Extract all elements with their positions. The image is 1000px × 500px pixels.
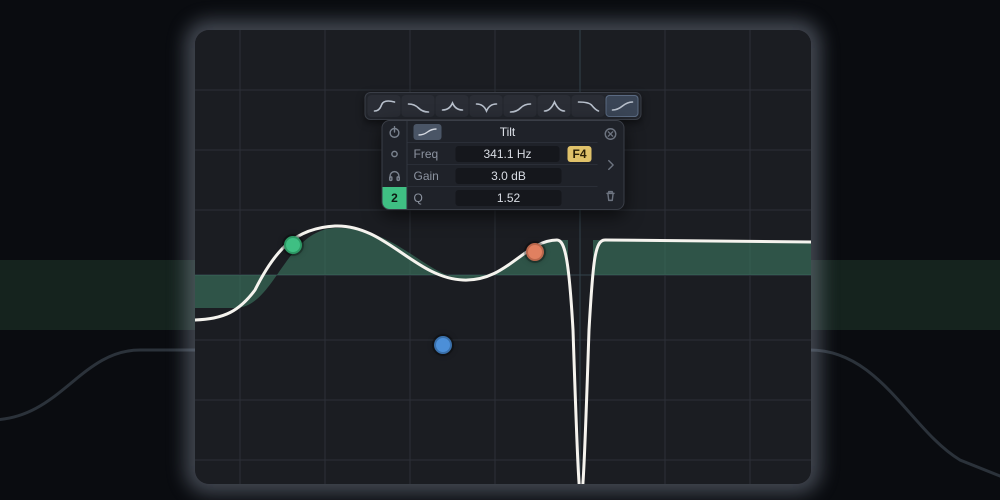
band-link-button[interactable] bbox=[383, 143, 407, 165]
chevron-right-icon bbox=[604, 158, 618, 172]
filter-type-high-shelf[interactable] bbox=[504, 95, 537, 117]
filter-type-band-pass[interactable] bbox=[538, 95, 571, 117]
power-icon bbox=[388, 125, 402, 139]
filter-type-tilt[interactable] bbox=[606, 95, 639, 117]
band-parameter-popup: 2 Tilt Freq 341.1 Hz F4 bbox=[382, 120, 625, 210]
eq-band-node-3[interactable] bbox=[434, 336, 452, 354]
filter-type-notch[interactable] bbox=[470, 95, 503, 117]
close-popup-button[interactable] bbox=[602, 125, 620, 143]
q-value[interactable]: 1.52 bbox=[456, 190, 562, 206]
eq-plugin-panel: 2 Tilt Freq 341.1 Hz F4 bbox=[195, 30, 811, 484]
band-type-title: Tilt bbox=[450, 125, 566, 139]
freq-value[interactable]: 341.1 Hz bbox=[456, 146, 560, 162]
filter-type-high-cut[interactable] bbox=[572, 95, 605, 117]
filter-type-bell[interactable] bbox=[436, 95, 469, 117]
gain-label: Gain bbox=[414, 169, 448, 183]
headphones-icon bbox=[388, 169, 402, 183]
freq-note-badge: F4 bbox=[567, 146, 591, 162]
freq-label: Freq bbox=[414, 147, 448, 161]
eq-response-fill bbox=[195, 228, 811, 484]
filter-type-selector bbox=[365, 92, 642, 120]
filter-type-low-shelf[interactable] bbox=[402, 95, 435, 117]
link-icon bbox=[388, 147, 402, 161]
eq-band-node-1[interactable] bbox=[284, 236, 302, 254]
delete-band-button[interactable] bbox=[602, 187, 620, 205]
expand-popup-button[interactable] bbox=[602, 156, 620, 174]
gain-value[interactable]: 3.0 dB bbox=[456, 168, 562, 184]
selected-shape-thumb bbox=[414, 124, 442, 140]
band-power-button[interactable] bbox=[383, 121, 407, 143]
close-icon bbox=[604, 127, 618, 141]
band-number-badge[interactable]: 2 bbox=[383, 187, 407, 209]
q-label: Q bbox=[414, 191, 448, 205]
trash-icon bbox=[604, 189, 618, 203]
eq-band-node-4[interactable] bbox=[526, 243, 544, 261]
band-solo-button[interactable] bbox=[383, 165, 407, 187]
filter-type-low-cut[interactable] bbox=[368, 95, 401, 117]
